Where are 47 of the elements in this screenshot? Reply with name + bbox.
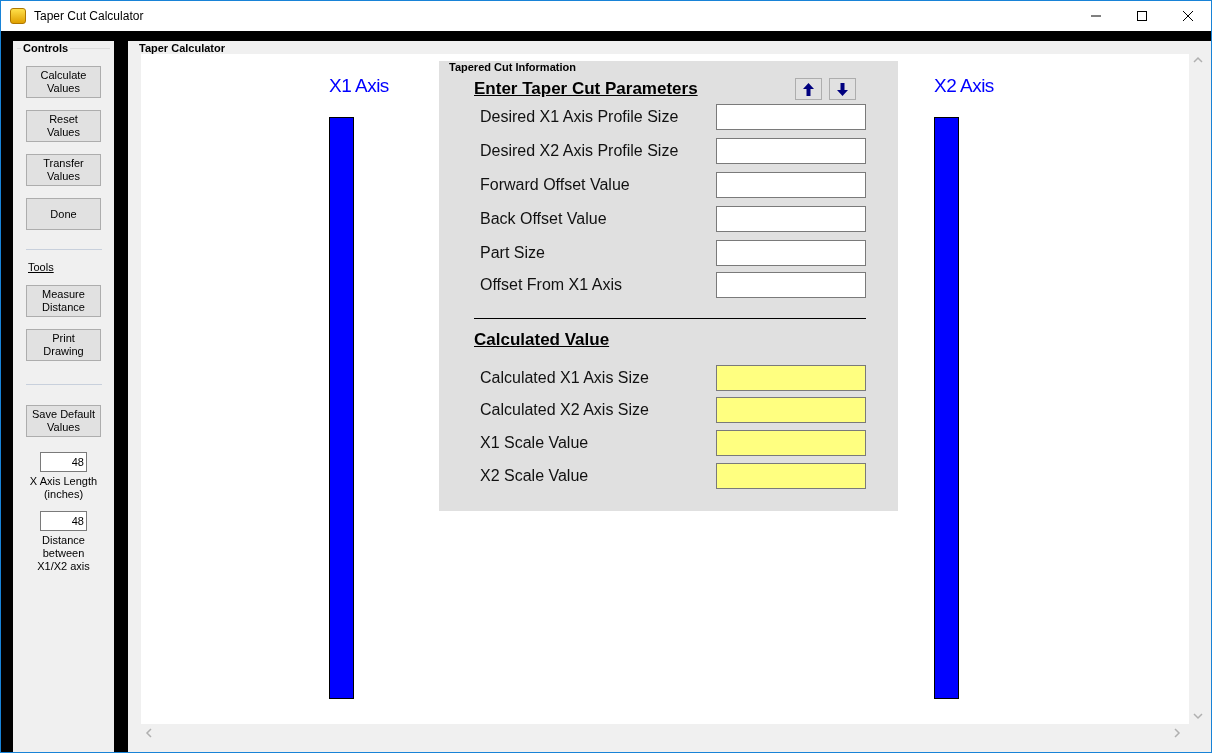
result-label: X1 Scale Value (480, 434, 589, 452)
number-field[interactable]: 48 (40, 511, 87, 531)
parameter-label: Part Size (480, 244, 545, 262)
parameter-field[interactable] (716, 240, 866, 266)
axis-label: X2 Axis (934, 75, 994, 97)
result-field[interactable] (716, 430, 866, 456)
field-label: Distance between X1/X2 axis (36, 534, 91, 573)
field-label: X Axis Length (inches) (28, 475, 99, 501)
parameter-field[interactable] (716, 104, 866, 130)
move-up-button[interactable] (795, 78, 822, 100)
save-button[interactable]: Save Default Values (26, 405, 101, 437)
panel-title: Tapered Cut Information (449, 61, 576, 73)
app-icon (10, 8, 26, 24)
result-label: X2 Scale Value (480, 467, 589, 485)
tool-button[interactable]: Print Drawing (26, 329, 101, 361)
action-button[interactable]: Calculate Values (26, 66, 101, 98)
down-arrow-icon (837, 82, 848, 96)
result-label: Calculated X2 Axis Size (480, 401, 649, 419)
parameter-field[interactable] (716, 206, 866, 232)
result-label: Calculated X1 Axis Size (480, 369, 649, 387)
maximize-icon (1137, 11, 1147, 21)
result-field[interactable] (716, 365, 866, 391)
action-button[interactable]: Reset Values (26, 110, 101, 142)
parameter-label: Desired X1 Axis Profile Size (480, 108, 679, 126)
result-field[interactable] (716, 397, 866, 423)
parameter-label: Back Offset Value (480, 210, 607, 228)
window-title: Taper Cut Calculator (34, 9, 145, 23)
up-arrow-icon (803, 82, 814, 96)
section-heading: Calculated Value (474, 330, 611, 350)
section-label: Tools (28, 261, 54, 273)
section-heading: Enter Taper Cut Parameters (474, 79, 698, 99)
move-down-button[interactable] (829, 78, 856, 100)
tool-button[interactable]: Measure Distance (26, 285, 101, 317)
group-title: Taper Calculator (137, 42, 227, 54)
axis-label: X1 Axis (329, 75, 389, 97)
number-field[interactable]: 48 (40, 452, 87, 472)
close-icon (1183, 11, 1193, 21)
result-field[interactable] (716, 463, 866, 489)
parameter-field[interactable] (716, 272, 866, 298)
parameter-label: Offset From X1 Axis (480, 276, 622, 294)
action-button[interactable]: Transfer Values (26, 154, 101, 186)
parameter-label: Forward Offset Value (480, 176, 630, 194)
group-title: Controls (21, 42, 71, 54)
parameter-field[interactable] (716, 172, 866, 198)
action-button[interactable]: Done (26, 198, 101, 230)
parameter-field[interactable] (716, 138, 866, 164)
parameter-label: Desired X2 Axis Profile Size (480, 142, 679, 160)
